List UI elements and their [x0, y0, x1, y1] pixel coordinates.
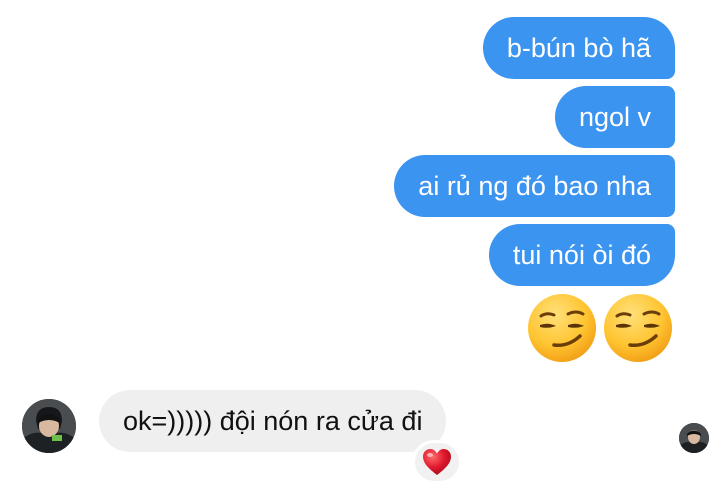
profile-photo-icon — [22, 399, 76, 453]
red-heart-icon — [423, 449, 451, 475]
message-text: b-bún bò hã — [506, 33, 651, 63]
message-text: ngol v — [578, 102, 651, 132]
message-reaction[interactable] — [412, 440, 462, 484]
smirking-face-icon — [604, 294, 672, 362]
sender-avatar[interactable] — [22, 399, 76, 453]
message-text: ai rủ ng đó bao nha — [418, 171, 651, 201]
outgoing-message-bubble[interactable]: b-bún bò hã — [482, 17, 675, 79]
read-receipt-avatar — [679, 423, 709, 453]
message-text: ok=))))) đội nón ra cửa đi — [123, 406, 423, 436]
outgoing-emoji-message[interactable] — [526, 292, 674, 364]
outgoing-message-bubble[interactable]: tui nói òi đó — [488, 224, 675, 286]
smirking-face-icon — [528, 294, 596, 362]
incoming-message-bubble[interactable]: ok=))))) đội nón ra cửa đi — [99, 390, 447, 452]
outgoing-message-bubble[interactable]: ngol v — [554, 86, 675, 148]
outgoing-message-bubble[interactable]: ai rủ ng đó bao nha — [394, 155, 675, 217]
message-text: tui nói òi đó — [512, 240, 651, 270]
profile-photo-icon — [679, 423, 709, 453]
